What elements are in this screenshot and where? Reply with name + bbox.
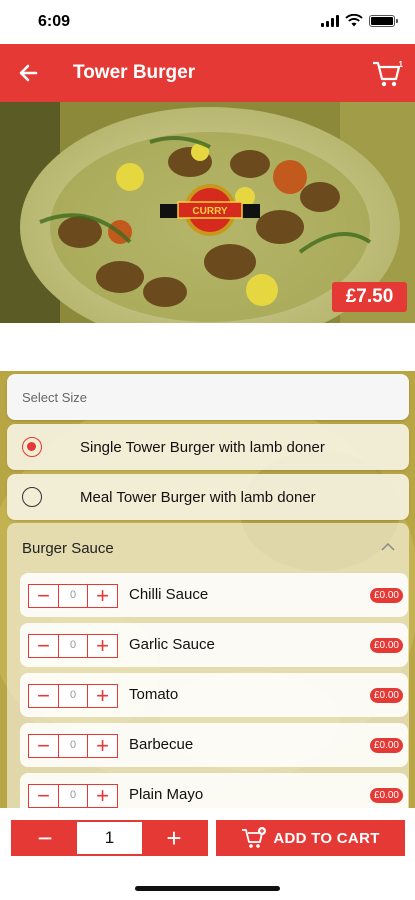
price-badge: £7.50 xyxy=(332,282,407,312)
quantity-decrement-button[interactable]: − xyxy=(13,822,77,854)
sauce-item: − 0 + Tomato £0.00 xyxy=(20,673,408,717)
add-cart-icon xyxy=(242,827,267,848)
chevron-up-icon[interactable] xyxy=(381,542,395,551)
sauce-price: £0.00 xyxy=(369,788,403,803)
select-size-title: Select Size xyxy=(22,390,88,405)
size-option-label: Single Tower Burger with lamb doner xyxy=(80,439,325,456)
app-header: Tower Burger 1 xyxy=(0,44,415,102)
decrement-button[interactable]: − xyxy=(29,735,58,757)
page-title: Tower Burger xyxy=(73,62,196,83)
quantity-stepper: − 0 + xyxy=(28,784,118,808)
select-size-header: Select Size xyxy=(7,374,409,420)
signal-icon xyxy=(321,14,339,27)
quantity-value: 0 xyxy=(58,735,88,757)
sauce-name: Plain Mayo xyxy=(129,786,204,803)
quantity-stepper: − 0 + xyxy=(28,734,118,758)
increment-button[interactable]: + xyxy=(88,735,117,757)
quantity-stepper: − 0 + xyxy=(28,684,118,708)
radio-unselected-icon[interactable] xyxy=(22,487,42,507)
sauce-item: − 0 + Plain Mayo £0.00 xyxy=(20,773,408,808)
decrement-button[interactable]: − xyxy=(29,685,58,707)
sauce-item: − 0 + Chilli Sauce £0.00 xyxy=(20,573,408,617)
svg-text:CURRY: CURRY xyxy=(192,206,228,217)
home-indicator xyxy=(135,886,280,891)
radio-selected-icon[interactable] xyxy=(22,437,42,457)
bottom-action-bar: − 1 + ADD TO CART xyxy=(0,808,415,900)
spacer xyxy=(0,323,415,371)
section-title: Burger Sauce xyxy=(22,540,114,557)
back-arrow-icon[interactable] xyxy=(14,59,44,87)
status-bar: 6:09 xyxy=(0,0,415,44)
sauce-price: £0.00 xyxy=(369,738,403,753)
sauce-item: − 0 + Garlic Sauce £0.00 xyxy=(20,623,408,667)
increment-button[interactable]: + xyxy=(88,785,117,807)
sauce-name: Chilli Sauce xyxy=(129,586,209,603)
add-to-cart-button[interactable]: ADD TO CART xyxy=(216,820,405,856)
increment-button[interactable]: + xyxy=(88,585,117,607)
options-panel: Select Size Single Tower Burger with lam… xyxy=(0,371,415,808)
decrement-button[interactable]: − xyxy=(29,635,58,657)
size-option-label: Meal Tower Burger with lamb doner xyxy=(80,489,316,506)
product-image: CURRY £7.50 xyxy=(0,102,415,323)
quantity-increment-button[interactable]: + xyxy=(142,822,206,854)
quantity-value: 0 xyxy=(58,785,88,807)
burger-sauce-section: Burger Sauce − 0 + Chilli Sauce £0.00 − … xyxy=(7,523,409,808)
quantity-value: 0 xyxy=(58,685,88,707)
sauce-price: £0.00 xyxy=(369,688,403,703)
sauce-name: Barbecue xyxy=(129,736,194,753)
order-quantity-value: 1 xyxy=(77,822,142,854)
quantity-stepper: − 0 + xyxy=(28,584,118,608)
quantity-value: 0 xyxy=(58,585,88,607)
battery-icon xyxy=(369,14,398,27)
quantity-value: 0 xyxy=(58,635,88,657)
sauce-name: Garlic Sauce xyxy=(129,636,215,653)
decrement-button[interactable]: − xyxy=(29,785,58,807)
add-to-cart-label: ADD TO CART xyxy=(273,829,380,847)
sauce-price: £0.00 xyxy=(369,638,403,653)
size-option-single[interactable]: Single Tower Burger with lamb doner xyxy=(7,424,409,470)
status-icons xyxy=(321,14,398,27)
increment-button[interactable]: + xyxy=(88,685,117,707)
size-option-meal[interactable]: Meal Tower Burger with lamb doner xyxy=(7,474,409,520)
decrement-button[interactable]: − xyxy=(29,585,58,607)
increment-button[interactable]: + xyxy=(88,635,117,657)
sauce-item: − 0 + Barbecue £0.00 xyxy=(20,723,408,767)
wifi-icon xyxy=(345,14,363,27)
status-time: 6:09 xyxy=(38,13,71,30)
sauce-price: £0.00 xyxy=(369,588,403,603)
quantity-stepper: − 0 + xyxy=(28,634,118,658)
cart-count-badge: 1 xyxy=(398,60,403,69)
sauce-name: Tomato xyxy=(129,686,179,703)
order-quantity-stepper: − 1 + xyxy=(11,820,208,856)
